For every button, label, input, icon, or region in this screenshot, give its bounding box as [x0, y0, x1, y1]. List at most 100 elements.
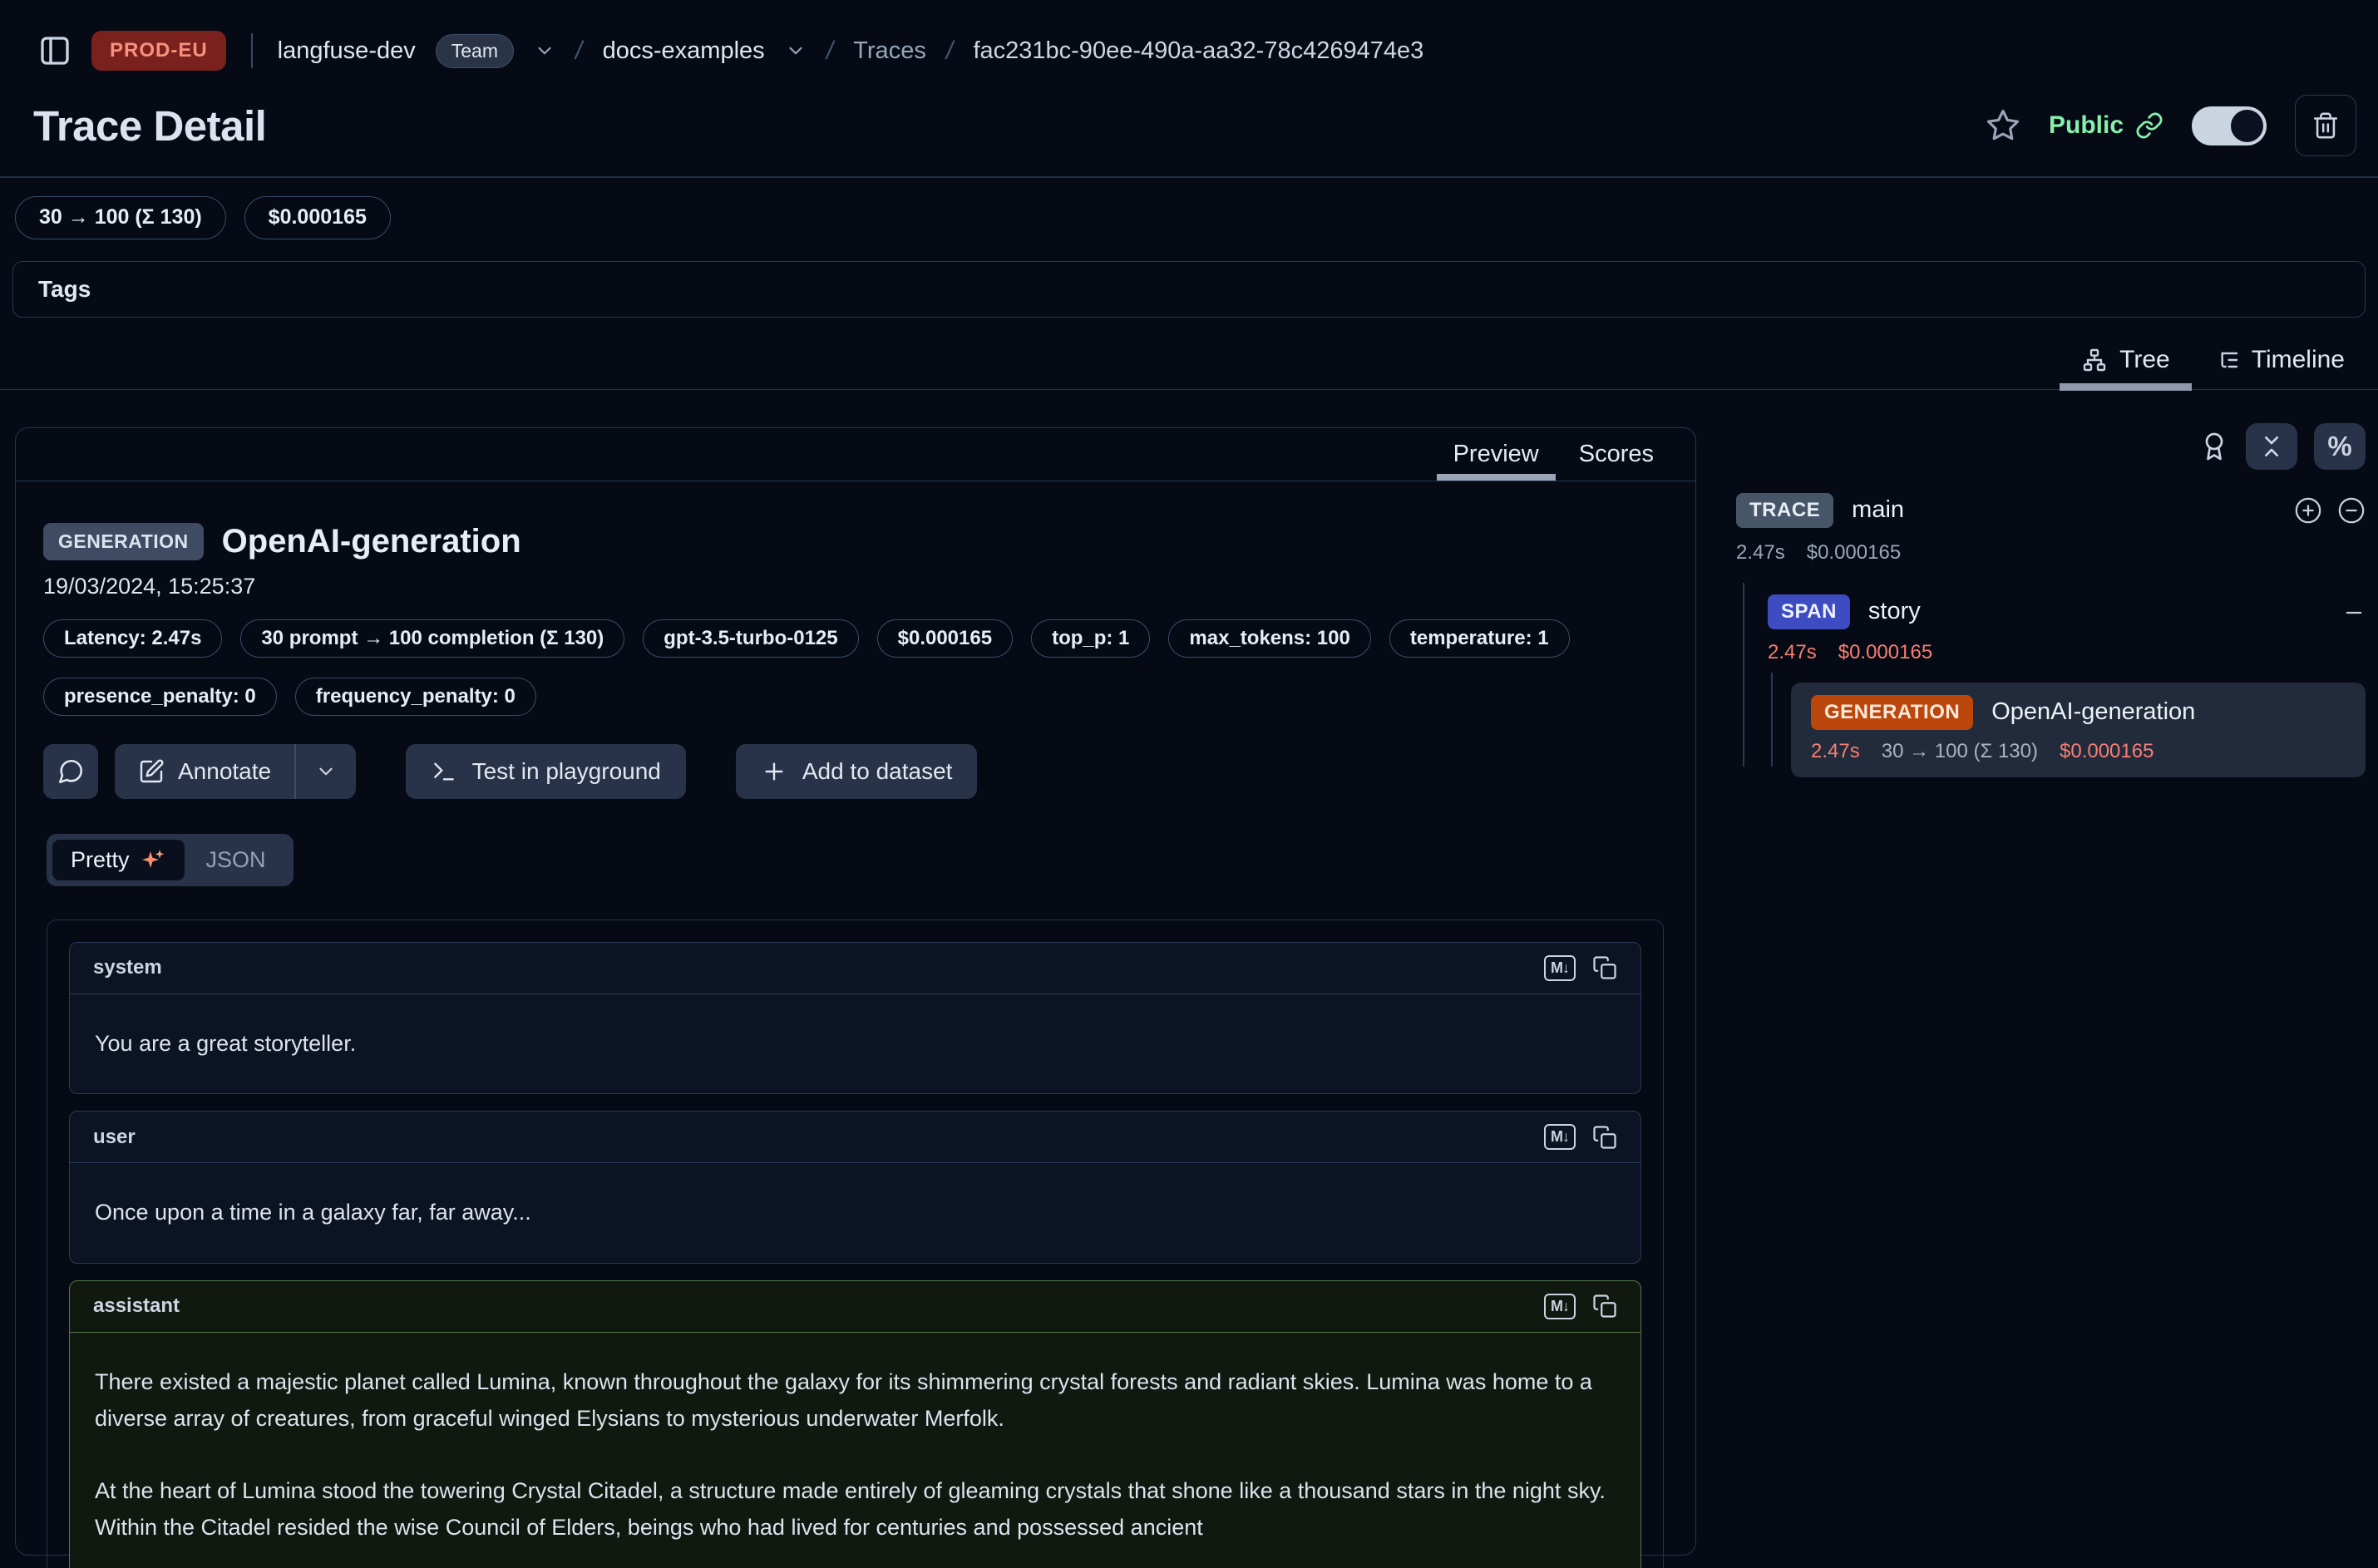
copy-icon[interactable] [1592, 1125, 1617, 1150]
cost-badge[interactable]: $0.000165 [877, 619, 1013, 658]
page-title: Trace Detail [33, 101, 266, 150]
collapse-all-button[interactable] [2246, 423, 2297, 470]
cost-badge[interactable]: $0.000165 [244, 196, 391, 239]
copy-icon[interactable] [1592, 1294, 1617, 1319]
markdown-toggle-icon[interactable]: M↓ [1544, 1294, 1576, 1319]
breadcrumb-separator: / [573, 36, 585, 66]
observation-params-row-2: presence_penalty: 0 frequency_penalty: 0 [43, 678, 1695, 716]
message-header: system M↓ [70, 943, 1640, 994]
public-toggle[interactable] [2192, 106, 2267, 145]
markdown-toggle-icon[interactable]: M↓ [1544, 955, 1576, 981]
latency-badge[interactable]: Latency: 2.47s [43, 619, 222, 658]
observation-type-badge: GENERATION [43, 523, 204, 560]
view-tabs: Tree Timeline [0, 346, 2378, 390]
breadcrumb-project[interactable]: docs-examples [603, 37, 765, 65]
trash-icon [2311, 111, 2340, 140]
collapse-node-icon[interactable] [2342, 601, 2366, 624]
message-content: There existed a majestic planet called L… [70, 1333, 1640, 1568]
tab-timeline[interactable]: Timeline [2192, 346, 2366, 389]
tab-preview[interactable]: Preview [1433, 428, 1559, 481]
observation-actions: Annotate Test in playground Add to datas… [43, 744, 1695, 799]
breadcrumb-traces[interactable]: Traces [853, 37, 926, 65]
environment-badge: PROD-EU [91, 31, 226, 71]
observation-params-row-1: Latency: 2.47s 30 prompt → 100 completio… [43, 619, 1695, 658]
award-icon[interactable] [2199, 431, 2229, 461]
generation-cost: $0.000165 [2060, 740, 2154, 763]
pretty-label: Pretty [71, 847, 130, 873]
message-header: user M↓ [70, 1112, 1640, 1163]
tree-node-span[interactable]: SPAN story [1768, 594, 2366, 629]
message-role: assistant [93, 1294, 180, 1318]
comment-button[interactable] [43, 744, 98, 799]
tab-scores[interactable]: Scores [1559, 428, 1674, 481]
trace-type-badge: TRACE [1736, 493, 1833, 528]
breadcrumb-divider [251, 33, 253, 68]
chevron-down-icon[interactable] [785, 40, 807, 62]
max-tokens-badge[interactable]: max_tokens: 100 [1168, 619, 1370, 658]
breadcrumb-separator: / [823, 36, 836, 66]
tree-node-generation-selected[interactable]: GENERATION OpenAI-generation 2.47s 30 → … [1791, 683, 2366, 777]
sparkles-icon [140, 846, 166, 873]
tags-box[interactable]: Tags [12, 261, 2366, 318]
message-header-icons: M↓ [1544, 1124, 1617, 1150]
public-label: Public [2049, 111, 2124, 140]
trace-stats: 30 → 100 (Σ 130) $0.000165 [15, 196, 2378, 239]
annotate-button[interactable]: Annotate [115, 744, 294, 799]
message-assistant: assistant M↓ There existed a majestic pl… [69, 1280, 1641, 1568]
test-in-playground-button[interactable]: Test in playground [406, 744, 686, 799]
presence-penalty-badge[interactable]: presence_penalty: 0 [43, 678, 277, 716]
observation-name: OpenAI-generation [222, 523, 521, 560]
copy-icon[interactable] [1592, 955, 1617, 980]
chevron-down-icon [315, 761, 337, 782]
message-system: system M↓ You are a great storyteller. [69, 942, 1641, 1095]
span-metrics: 2.47s $0.000165 [1768, 641, 2366, 664]
circle-plus-icon[interactable] [2294, 496, 2322, 525]
message-content: Once upon a time in a galaxy far, far aw… [70, 1163, 1640, 1263]
test-in-playground-label: Test in playground [472, 758, 661, 785]
frequency-penalty-badge[interactable]: frequency_penalty: 0 [295, 678, 536, 716]
annotate-label: Annotate [178, 758, 271, 785]
percent-icon: % [2327, 431, 2351, 462]
tree-zoom-controls [2294, 496, 2366, 525]
delete-trace-button[interactable] [2295, 95, 2356, 156]
message-role: system [93, 956, 162, 979]
breadcrumb: PROD-EU langfuse-dev Team / docs-example… [0, 0, 2378, 101]
json-toggle-option[interactable]: JSON [185, 847, 288, 873]
pen-square-icon [138, 758, 165, 785]
token-usage-badge[interactable]: 30 prompt → 100 completion (Σ 130) [240, 619, 624, 658]
trace-cost: $0.000165 [1807, 541, 1901, 565]
annotate-dropdown-button[interactable] [296, 744, 356, 799]
tab-tree[interactable]: Tree [2060, 346, 2192, 389]
chevron-down-icon[interactable] [534, 40, 555, 62]
star-icon[interactable] [1986, 108, 2020, 143]
link-icon [2135, 111, 2163, 140]
tree-guide-line [1743, 583, 1744, 767]
span-name: story [1868, 598, 1921, 625]
model-badge[interactable]: gpt-3.5-turbo-0125 [643, 619, 858, 658]
format-toggle: Pretty JSON [47, 834, 294, 886]
chevrons-down-up-icon [2258, 433, 2285, 460]
tags-label: Tags [38, 276, 91, 303]
add-to-dataset-button[interactable]: Add to dataset [736, 744, 978, 799]
circle-minus-icon[interactable] [2337, 496, 2366, 525]
message-user: user M↓ Once upon a time in a galaxy far… [69, 1111, 1641, 1264]
generation-metrics: 2.47s 30 → 100 (Σ 130) $0.000165 [1811, 740, 2346, 763]
sidebar-toggle-icon[interactable] [38, 34, 72, 67]
observation-timestamp: 19/03/2024, 15:25:37 [43, 574, 1695, 599]
top-p-badge[interactable]: top_p: 1 [1031, 619, 1150, 658]
message-header-icons: M↓ [1544, 1294, 1617, 1319]
temperature-badge[interactable]: temperature: 1 [1389, 619, 1570, 658]
timeline-icon [2213, 347, 2240, 373]
public-share-link[interactable]: Public [2049, 111, 2163, 140]
message-header-icons: M↓ [1544, 955, 1617, 981]
token-usage-badge[interactable]: 30 → 100 (Σ 130) [15, 196, 226, 239]
breadcrumb-org[interactable]: langfuse-dev [278, 37, 416, 65]
markdown-toggle-icon[interactable]: M↓ [1544, 1124, 1576, 1150]
pretty-toggle-option[interactable]: Pretty [52, 840, 185, 880]
title-actions: Public [1986, 95, 2356, 156]
tree-node-trace[interactable]: TRACE main [1736, 493, 2366, 528]
breadcrumb-separator: / [944, 36, 956, 66]
generation-node-row: GENERATION OpenAI-generation [1811, 695, 2346, 730]
show-percent-button[interactable]: % [2314, 423, 2366, 470]
trace-tree-panel: % TRACE main 2.47s $0.000165 SPAN story … [1736, 423, 2366, 777]
